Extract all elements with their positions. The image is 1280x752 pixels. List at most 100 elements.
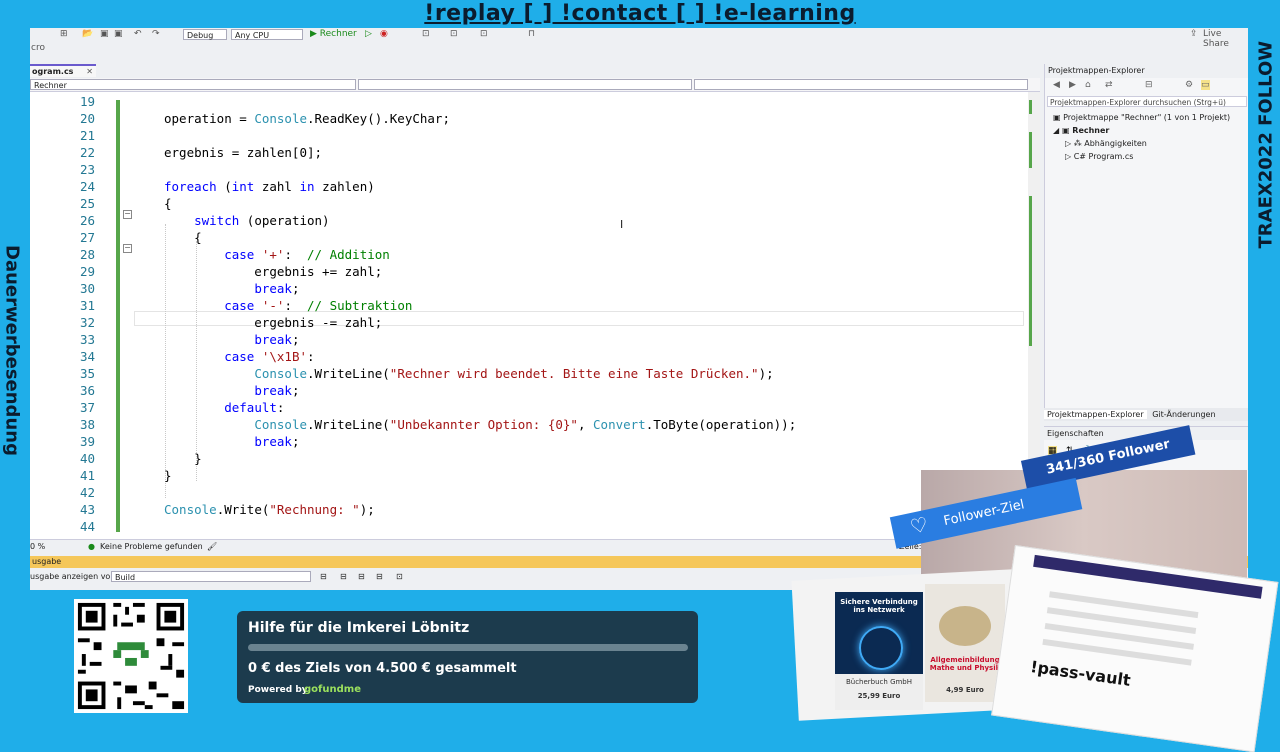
code-line[interactable]: } [164,451,202,466]
line-number: 31 [79,298,95,313]
member-nav-select[interactable] [694,79,1028,90]
macro-label[interactable]: cro [31,43,45,53]
code-line[interactable]: break; [164,281,299,296]
book2-price: 4,99 Euro [946,686,984,694]
solution-explorer-title: Projektmappen-Explorer [1045,64,1248,78]
code-line[interactable]: Console.Write("Rechnung: "); [164,502,375,517]
code-line[interactable]: { [164,230,202,245]
solution-explorer-tabs: Projektmappen-Explorer Git-Änderungen [1044,408,1248,421]
bookmark-icon[interactable]: ⊓ [528,29,535,39]
save-all-icon[interactable]: ▣ [114,29,123,39]
run-button[interactable]: ▶ Rechner [310,29,357,39]
home-icon[interactable]: ⌂ [1085,80,1091,90]
book1-title: Sichere Verbindung ins Netzwerk [840,598,918,614]
tab-solution-explorer[interactable]: Projektmappen-Explorer [1044,410,1147,419]
preview-icon[interactable]: ▭ [1201,80,1210,90]
check-icon: ● [88,542,95,551]
output-icon[interactable]: ⊟ [376,569,383,585]
output-icon[interactable]: ⊟ [358,569,365,585]
line-number: 19 [79,94,95,109]
tab-program-cs[interactable]: ogram.cs ✕ [30,64,96,77]
solution-explorer: Projektmappen-Explorer ◀ ▶ ⌂ ⇄ ⊟ ⚙ ▭ Pro… [1044,64,1248,418]
left-side-text: Dauerwerbesendung [1,245,23,456]
zoom-level[interactable]: 0 % [30,540,45,554]
code-line[interactable]: Console.WriteLine("Unbekannter Option: {… [164,417,796,432]
type-nav-select[interactable] [358,79,692,90]
tree-item-program-cs[interactable]: ▷ C# Program.cs [1065,151,1133,163]
output-source-select[interactable]: Build [111,571,311,582]
code-line[interactable]: break; [164,434,299,449]
gofundme-widget[interactable]: Hilfe für die Imkerei Löbnitz 0 € des Zi… [237,611,698,703]
secondary-toolbar: cro [30,42,1040,56]
book1-price: 25,99 Euro [857,692,901,700]
project-nav-select[interactable]: Rechner [30,79,356,90]
problems-status[interactable]: Keine Probleme gefunden [100,540,203,554]
line-number: 41 [79,468,95,483]
solution-search-input[interactable]: Projektmappen-Explorer durchsuchen (Strg… [1047,96,1247,107]
code-line[interactable]: ergebnis += zahl; [164,264,382,279]
line-number: 36 [79,383,95,398]
switch-view-icon[interactable]: ⇄ [1105,80,1113,90]
output-icon[interactable]: ⊡ [396,569,403,585]
toolbar-icon[interactable]: ⊡ [422,29,430,39]
line-number: 32 [79,315,95,330]
project-icon: ▣ [1061,126,1073,135]
run-no-debug-icon[interactable]: ▷ [365,29,372,39]
code-line[interactable]: case '\x1B': [164,349,314,364]
dependencies-icon: ⁂ [1073,139,1085,148]
config-select[interactable]: Debug [183,29,227,40]
code-line[interactable]: operation = Console.ReadKey().KeyChar; [164,111,450,126]
save-icon[interactable]: ▣ [100,29,109,39]
platform-select[interactable]: Any CPU [231,29,303,40]
code-line[interactable]: ergebnis = zahlen[0]; [164,145,322,160]
code-line[interactable]: break; [164,383,299,398]
line-number: 35 [79,366,95,381]
code-line[interactable]: break; [164,332,299,347]
navigation-bar: Rechner [30,78,1040,92]
open-icon[interactable]: 📂 [82,29,93,39]
code-line[interactable]: switch (operation) [164,213,329,228]
live-share-icon[interactable]: ⇪ [1190,29,1198,39]
live-share-button[interactable]: Live Share [1203,29,1248,49]
new-item-icon[interactable]: ⊞ [60,29,68,39]
brush-icon[interactable]: 🖌 [207,540,217,554]
code-line[interactable]: case '-': // Subtraktion [164,298,412,313]
brain-icon [939,606,991,646]
toolbar-icon[interactable]: ⊡ [450,29,458,39]
tree-item-solution[interactable]: ▣ Projektmappe "Rechner" (1 von 1 Projek… [1053,112,1230,124]
main-toolbar: ⊞ 📂 ▣ ▣ ↶ ↷ Debug Any CPU ▶ Rechner ▷ ◉ … [30,28,1248,49]
qr-code-image [74,599,188,713]
stream-banner: !replay [ ] !contact [ ] !e-learning [424,1,856,26]
line-number: 40 [79,451,95,466]
hot-reload-icon[interactable]: ◉ [380,29,388,39]
code-line[interactable]: } [164,468,172,483]
forward-icon[interactable]: ▶ [1069,80,1076,90]
code-line[interactable]: Console.WriteLine("Rechner wird beendet.… [164,366,773,381]
redo-icon[interactable]: ↷ [152,29,160,39]
code-line[interactable]: { [164,196,172,211]
line-number: 38 [79,417,95,432]
code-line[interactable]: default: [164,400,284,415]
output-icon[interactable]: ⊟ [320,569,327,585]
line-number: 33 [79,332,95,347]
back-icon[interactable]: ◀ [1053,80,1060,90]
undo-icon[interactable]: ↶ [134,29,142,39]
tree-item-dependencies[interactable]: ▷ ⁂ Abhängigkeiten [1065,138,1147,150]
output-icon[interactable]: ⊟ [340,569,347,585]
code-line[interactable]: case '+': // Addition [164,247,390,262]
collapse-icon[interactable]: − [123,244,132,253]
collapse-all-icon[interactable]: ⊟ [1145,80,1153,90]
tree-item-project[interactable]: ◢ ▣ Rechner [1053,125,1109,137]
toolbar-icon[interactable]: ⊡ [480,29,488,39]
line-number: 26 [79,213,95,228]
code-editor[interactable]: − − 19 20 operation = Console.ReadKey().Ke… [30,92,1028,539]
close-icon[interactable]: ✕ [86,66,93,78]
tab-git-changes[interactable]: Git-Änderungen [1149,410,1218,419]
settings-icon[interactable]: ⚙ [1185,80,1193,90]
collapse-icon[interactable]: − [123,210,132,219]
collapsed-chevron-icon: ▷ [1065,139,1074,148]
right-side-text: TRAEX2022 FOLLOW [1255,40,1277,249]
book-cover-math: Allgemeinbildung Mathe und Physik 4,99 E… [925,584,1005,702]
code-line[interactable]: ergebnis -= zahl; [164,315,382,330]
code-line[interactable]: foreach (int zahl in zahlen) [164,179,375,194]
